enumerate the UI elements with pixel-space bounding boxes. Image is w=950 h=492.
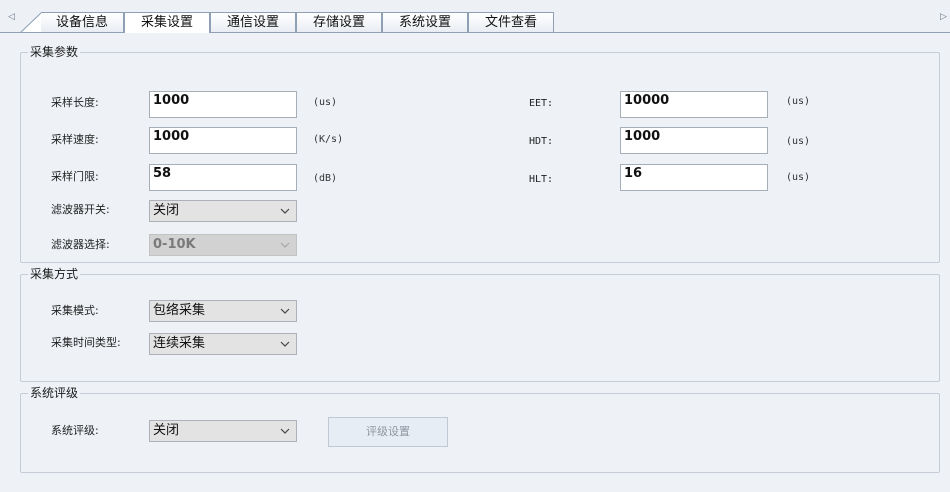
- tab-slant-decoration: [20, 12, 42, 33]
- acquisition-params-group: 采集参数 采样长度: 1000 (us) 采样速度: 1000 (K/s) 采样…: [20, 45, 940, 263]
- acquisition-mode-group: 采集方式 采集模式: 包络采集 采集时间类型: 连续采集: [20, 267, 940, 382]
- acquisition-mode-value: 包络采集: [153, 303, 206, 318]
- filter-switch-select[interactable]: 关闭: [149, 200, 297, 222]
- time-type-select[interactable]: 连续采集: [149, 333, 297, 355]
- sample-speed-label: 采样速度:: [51, 133, 99, 146]
- sample-speed-input[interactable]: 1000: [149, 127, 297, 154]
- hlt-input[interactable]: 16: [620, 164, 768, 191]
- system-rating-value: 关闭: [153, 423, 180, 438]
- group-title: 系统评级: [28, 386, 81, 400]
- tab-system-settings[interactable]: 系统设置: [382, 12, 468, 32]
- chevron-down-icon: [280, 341, 290, 347]
- filter-select-label: 滤波器选择:: [51, 238, 110, 251]
- rating-settings-button[interactable]: 评级设置: [328, 417, 448, 447]
- scroll-right-icon[interactable]: ▷: [940, 12, 947, 22]
- tab-storage-settings[interactable]: 存储设置: [296, 12, 382, 32]
- hlt-label: HLT:: [529, 174, 554, 185]
- filter-switch-label: 滤波器开关:: [51, 203, 110, 216]
- sample-threshold-unit: (dB): [313, 173, 338, 184]
- sample-length-unit: (us): [313, 97, 338, 108]
- scroll-left-icon[interactable]: ◁: [8, 12, 15, 22]
- filter-switch-value: 关闭: [153, 203, 180, 218]
- chevron-down-icon: [280, 208, 290, 214]
- sample-threshold-label: 采样门限:: [51, 170, 99, 183]
- group-title: 采集方式: [28, 267, 81, 281]
- eet-input[interactable]: 10000: [620, 91, 768, 118]
- hdt-unit: (us): [786, 136, 811, 147]
- time-type-label: 采集时间类型:: [51, 336, 121, 349]
- group-title: 采集参数: [28, 45, 81, 59]
- tab-acquisition-settings[interactable]: 采集设置: [124, 12, 210, 33]
- sample-length-label: 采样长度:: [51, 96, 99, 109]
- sample-threshold-input[interactable]: 58: [149, 164, 297, 191]
- filter-select-value: 0-10K: [153, 237, 196, 252]
- chevron-down-icon: [280, 428, 290, 434]
- sample-speed-unit: (K/s): [313, 134, 344, 145]
- filter-select-dropdown: 0-10K: [149, 234, 297, 256]
- hlt-unit: (us): [786, 172, 811, 183]
- hdt-label: HDT:: [529, 136, 554, 147]
- eet-label: EET:: [529, 98, 554, 109]
- eet-unit: (us): [786, 96, 811, 107]
- system-rating-label: 系统评级:: [51, 424, 99, 437]
- acquisition-mode-label: 采集模式:: [51, 304, 99, 317]
- time-type-value: 连续采集: [153, 336, 206, 351]
- chevron-down-icon: [280, 308, 290, 314]
- acquisition-mode-select[interactable]: 包络采集: [149, 300, 297, 322]
- system-rating-group: 系统评级 系统评级: 关闭 评级设置: [20, 386, 940, 473]
- acquisition-settings-panel: 采集参数 采样长度: 1000 (us) 采样速度: 1000 (K/s) 采样…: [0, 33, 950, 492]
- sample-length-input[interactable]: 1000: [149, 91, 297, 118]
- system-rating-select[interactable]: 关闭: [149, 420, 297, 442]
- hdt-input[interactable]: 1000: [620, 127, 768, 154]
- tab-communication-settings[interactable]: 通信设置: [210, 12, 296, 32]
- tab-bar: ◁ 设备信息 采集设置 通信设置 存储设置 系统设置 文件查看 ▷: [0, 0, 950, 33]
- tab-device-info[interactable]: 设备信息: [41, 12, 124, 32]
- chevron-down-icon: [280, 242, 290, 248]
- tab-file-view[interactable]: 文件查看: [468, 12, 554, 32]
